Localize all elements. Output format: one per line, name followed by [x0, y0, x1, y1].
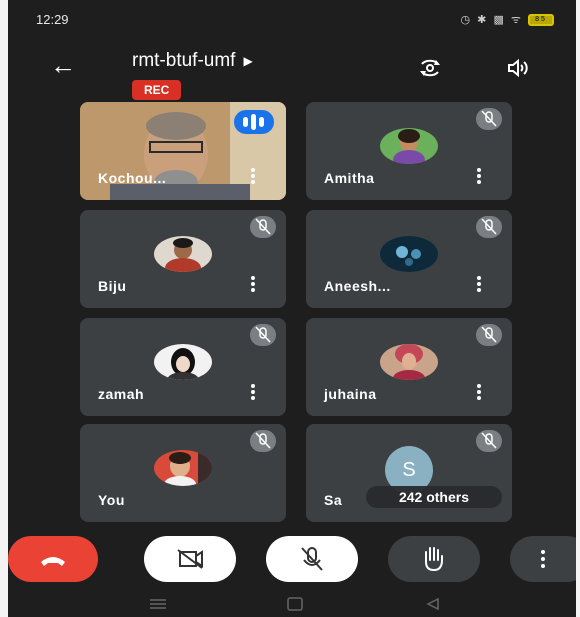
avatar: [380, 236, 438, 272]
call-controls: [8, 536, 576, 586]
mic-off-icon: [476, 324, 502, 346]
status-time: 12:29: [36, 12, 69, 27]
meet-app-screen: 12:29 ◷ ✱ ▩ ᯤ 85 ← rmt-btuf-umf ▶ REC Ko…: [8, 0, 576, 617]
participant-tile[interactable]: zamah: [80, 318, 286, 416]
camera-switch-icon[interactable]: [418, 56, 442, 80]
raise-hand-button[interactable]: [388, 536, 480, 582]
phone-hangup-icon: [41, 557, 65, 566]
more-vert-icon[interactable]: [250, 384, 256, 404]
avatar: [380, 344, 438, 380]
back-nav-icon[interactable]: [426, 597, 439, 611]
mic-toggle-button[interactable]: [266, 536, 358, 582]
participant-name: zamah: [98, 386, 145, 402]
participant-tile[interactable]: Biju: [80, 210, 286, 308]
status-bar: 12:29 ◷ ✱ ▩ ᯤ 85: [8, 0, 576, 40]
mic-off-icon: [250, 324, 276, 346]
back-arrow-icon[interactable]: ←: [50, 52, 76, 78]
call-header: ← rmt-btuf-umf ▶ REC: [8, 40, 576, 100]
avatar: [154, 236, 212, 272]
chevron-right-icon: ▶: [243, 53, 253, 68]
participant-name: You: [98, 492, 125, 508]
participant-tile[interactable]: Kochou...: [80, 102, 286, 200]
more-vert-icon[interactable]: [476, 276, 482, 296]
home-icon[interactable]: [287, 597, 303, 611]
end-call-button[interactable]: [8, 536, 98, 582]
recording-badge: REC: [132, 80, 182, 100]
participant-tile[interactable]: Amitha: [306, 102, 512, 200]
more-vert-icon[interactable]: [476, 384, 482, 404]
video-off-icon: [177, 549, 203, 569]
avatar: [380, 128, 438, 164]
more-vert-icon[interactable]: [250, 276, 256, 296]
mic-off-icon: [476, 216, 502, 238]
hand-icon: [425, 547, 443, 572]
participant-name: Amitha: [324, 170, 375, 186]
more-vert-icon: [541, 550, 545, 568]
participant-tile[interactable]: Aneesh...: [306, 210, 512, 308]
mic-off-icon: [250, 216, 276, 238]
more-options-button[interactable]: [510, 536, 576, 582]
avatar: [154, 450, 212, 486]
participant-name: Kochou...: [98, 170, 167, 186]
participant-tile[interactable]: You: [80, 424, 286, 522]
participant-name: Aneesh...: [324, 278, 391, 294]
more-vert-icon[interactable]: [476, 168, 482, 188]
participant-tile[interactable]: juhaina: [306, 318, 512, 416]
mic-off-icon: [250, 430, 276, 452]
mic-off-icon: [476, 430, 502, 452]
participant-name: Sa: [324, 492, 343, 508]
meeting-title[interactable]: rmt-btuf-umf ▶: [132, 50, 253, 72]
participant-name: Biju: [98, 278, 127, 294]
recents-icon[interactable]: [150, 599, 166, 609]
camera-toggle-button[interactable]: [144, 536, 236, 582]
status-icon-cluster: ◷ ✱ ▩ ᯤ: [460, 14, 523, 26]
speaker-icon[interactable]: [506, 56, 530, 80]
speaking-indicator-icon: [234, 110, 274, 134]
mic-off-icon: [476, 108, 502, 130]
avatar: [154, 344, 212, 380]
others-count-badge[interactable]: 242 others: [366, 486, 502, 508]
more-vert-icon[interactable]: [250, 168, 256, 188]
participant-tile[interactable]: S Sa 242 others: [306, 424, 512, 522]
system-nav-bar: [8, 590, 576, 617]
participant-name: juhaina: [324, 386, 377, 402]
meeting-code-label: rmt-btuf-umf: [132, 50, 236, 71]
battery-icon: 85: [528, 14, 554, 27]
status-icons: ◷ ✱ ▩ ᯤ 85: [461, 12, 554, 27]
mic-off-icon: [301, 547, 323, 571]
